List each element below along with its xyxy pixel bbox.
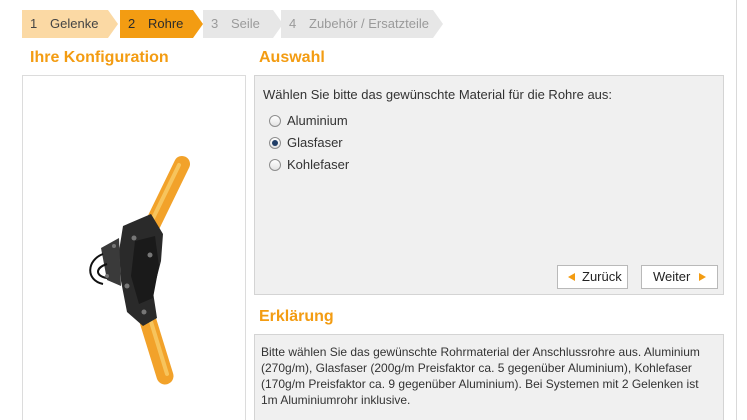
- step-label: Rohre: [148, 16, 184, 31]
- arrow-right-icon: [699, 273, 706, 281]
- step-number: 1: [30, 16, 38, 31]
- step-number: 4: [289, 16, 297, 31]
- product-image: [89, 156, 190, 385]
- config-image-box: [22, 75, 246, 420]
- back-button[interactable]: Zurück: [557, 265, 628, 289]
- next-button-label: Weiter: [653, 269, 691, 284]
- material-prompt: Wählen Sie bitte das gewünschte Material…: [263, 87, 613, 102]
- erklaerung-panel: Bitte wählen Sie das gewünschte Rohrmate…: [254, 334, 724, 420]
- option-label: Glasfaser: [287, 135, 343, 150]
- step-label: Seile: [231, 16, 260, 31]
- next-button[interactable]: Weiter: [641, 265, 718, 289]
- step-label: Gelenke: [50, 16, 99, 31]
- radio-aluminium[interactable]: [269, 115, 281, 127]
- radio-kohlefaser[interactable]: [269, 159, 281, 171]
- joint: [89, 214, 163, 326]
- auswahl-heading: Auswahl: [259, 49, 325, 66]
- erklaerung-heading: Erklärung: [259, 308, 334, 325]
- radio-glasfaser[interactable]: [269, 137, 281, 149]
- option-label: Aluminium: [287, 113, 348, 128]
- option-label: Kohlefaser: [287, 157, 350, 172]
- step-label: Zubehör / Ersatzteile: [309, 16, 429, 31]
- config-heading: Ihre Konfiguration: [30, 49, 169, 66]
- page-right-border: [736, 0, 737, 420]
- step-seile[interactable]: 3 Seile: [203, 10, 283, 38]
- back-button-label: Zurück: [582, 269, 622, 284]
- step-rohre[interactable]: 2 Rohre: [120, 10, 203, 38]
- arrow-left-icon: [568, 273, 575, 281]
- auswahl-panel: Wählen Sie bitte das gewünschte Material…: [254, 75, 724, 295]
- step-number: 3: [211, 16, 219, 31]
- step-gelenke[interactable]: 1 Gelenke: [22, 10, 118, 38]
- erklaerung-text: Bitte wählen Sie das gewünschte Rohrmate…: [261, 345, 700, 407]
- step-number: 2: [128, 16, 136, 31]
- step-zubehoer[interactable]: 4 Zubehör / Ersatzteile: [281, 10, 443, 38]
